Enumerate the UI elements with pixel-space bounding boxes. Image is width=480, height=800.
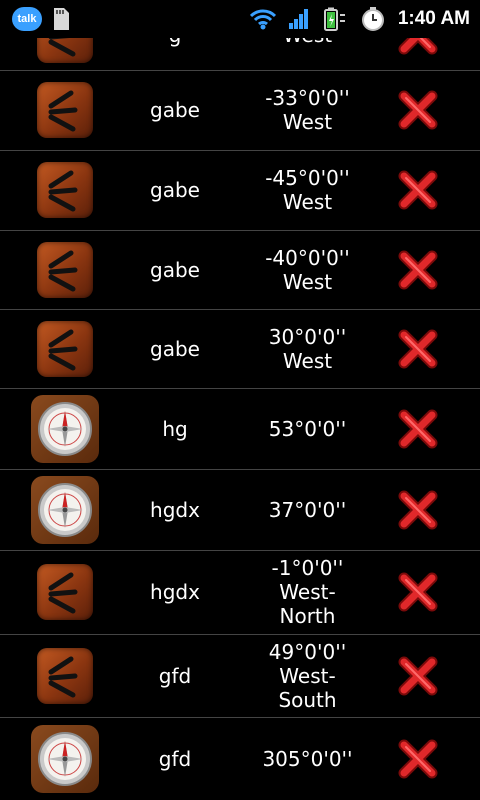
- delete-button[interactable]: [392, 309, 444, 388]
- item-icon: [30, 70, 100, 150]
- item-name: hg: [162, 416, 188, 441]
- delete-icon: [398, 170, 438, 210]
- compass-icon: [31, 475, 99, 544]
- delete-icon: [398, 409, 438, 448]
- item-icon: [30, 388, 100, 469]
- item-bearing: -40°0'0'' West: [265, 245, 350, 294]
- item-icon: [30, 38, 100, 70]
- delete-button[interactable]: [392, 38, 444, 70]
- list-item[interactable]: gabe -33°0'0'' West: [0, 70, 480, 151]
- wood-lines-icon: [37, 241, 93, 298]
- item-bearing: West: [240, 38, 375, 70]
- battery-charging-icon: [323, 7, 345, 31]
- item-icon: [30, 634, 100, 717]
- item-icon: [30, 550, 100, 634]
- compass-icon: [31, 394, 99, 463]
- delete-icon: [398, 38, 438, 55]
- item-name: gabe: [150, 178, 200, 202]
- item-icon: [30, 717, 100, 800]
- item-icon: [30, 150, 100, 230]
- wood-lines-icon: [37, 82, 93, 138]
- item-bearing: -45°0'0'' West: [265, 166, 350, 214]
- delete-icon: [398, 490, 438, 529]
- delete-button[interactable]: [392, 388, 444, 469]
- delete-button[interactable]: [392, 717, 444, 800]
- item-name: g: [115, 38, 235, 70]
- delete-icon: [398, 250, 438, 289]
- bearing-list[interactable]: gWest gabe -33°0'0'' West gabe -45°0'0'' Wes…: [0, 38, 480, 800]
- item-icon: [30, 230, 100, 309]
- list-item[interactable]: gfd 305°0'0'': [0, 717, 480, 800]
- list-item[interactable]: gabe -40°0'0'' West: [0, 230, 480, 310]
- wood-lines-icon: [37, 38, 93, 63]
- delete-button[interactable]: [392, 150, 444, 230]
- wifi-icon: [249, 9, 276, 30]
- clock-time: 1:40 AM: [397, 8, 470, 29]
- wood-lines-icon: [37, 162, 93, 218]
- delete-icon: [398, 329, 438, 368]
- signal-icon: [288, 9, 308, 29]
- compass-icon: [31, 724, 99, 793]
- item-bearing: 305°0'0'': [262, 746, 353, 771]
- item-name: gfd: [158, 746, 192, 771]
- delete-button[interactable]: [392, 230, 444, 309]
- list-item[interactable]: gWest: [0, 38, 480, 71]
- item-bearing: 49°0'0'' West- South: [268, 639, 347, 712]
- status-bar: talk 1:40 AM: [0, 0, 480, 38]
- list-item[interactable]: gfd 49°0'0'' West- South: [0, 634, 480, 718]
- list-item[interactable]: gabe -45°0'0'' West: [0, 150, 480, 231]
- delete-button[interactable]: [392, 70, 444, 150]
- delete-icon: [398, 739, 438, 778]
- item-bearing: -33°0'0'' West: [265, 86, 350, 134]
- delete-icon: [398, 572, 438, 612]
- wood-lines-icon: [37, 564, 93, 620]
- item-bearing: 30°0'0'' West: [268, 324, 347, 373]
- item-name: hgdx: [150, 580, 200, 604]
- list-item[interactable]: hg 53°0'0'': [0, 388, 480, 470]
- item-icon: [30, 469, 100, 550]
- list-item[interactable]: hgdx 37°0'0'': [0, 469, 480, 551]
- talk-icon: talk: [12, 7, 42, 31]
- item-name: gabe: [150, 336, 200, 361]
- item-bearing: 37°0'0'': [268, 497, 347, 522]
- delete-button[interactable]: [392, 550, 444, 634]
- item-name: gabe: [150, 257, 200, 282]
- delete-icon: [398, 656, 438, 695]
- item-name: gfd: [158, 663, 192, 688]
- alarm-clock-icon: [361, 7, 384, 31]
- item-name: gabe: [150, 98, 200, 122]
- wood-lines-icon: [37, 320, 93, 377]
- delete-button[interactable]: [392, 634, 444, 717]
- delete-button[interactable]: [392, 469, 444, 550]
- item-icon: [30, 309, 100, 388]
- item-bearing: 53°0'0'': [268, 416, 347, 441]
- list-item[interactable]: gabe 30°0'0'' West: [0, 309, 480, 389]
- item-name: hgdx: [150, 497, 200, 522]
- item-bearing: -1°0'0'' West- North: [271, 556, 344, 628]
- sd-card-icon: [54, 8, 69, 30]
- delete-icon: [398, 90, 438, 130]
- list-item[interactable]: hgdx -1°0'0'' West- North: [0, 550, 480, 635]
- wood-lines-icon: [37, 647, 93, 704]
